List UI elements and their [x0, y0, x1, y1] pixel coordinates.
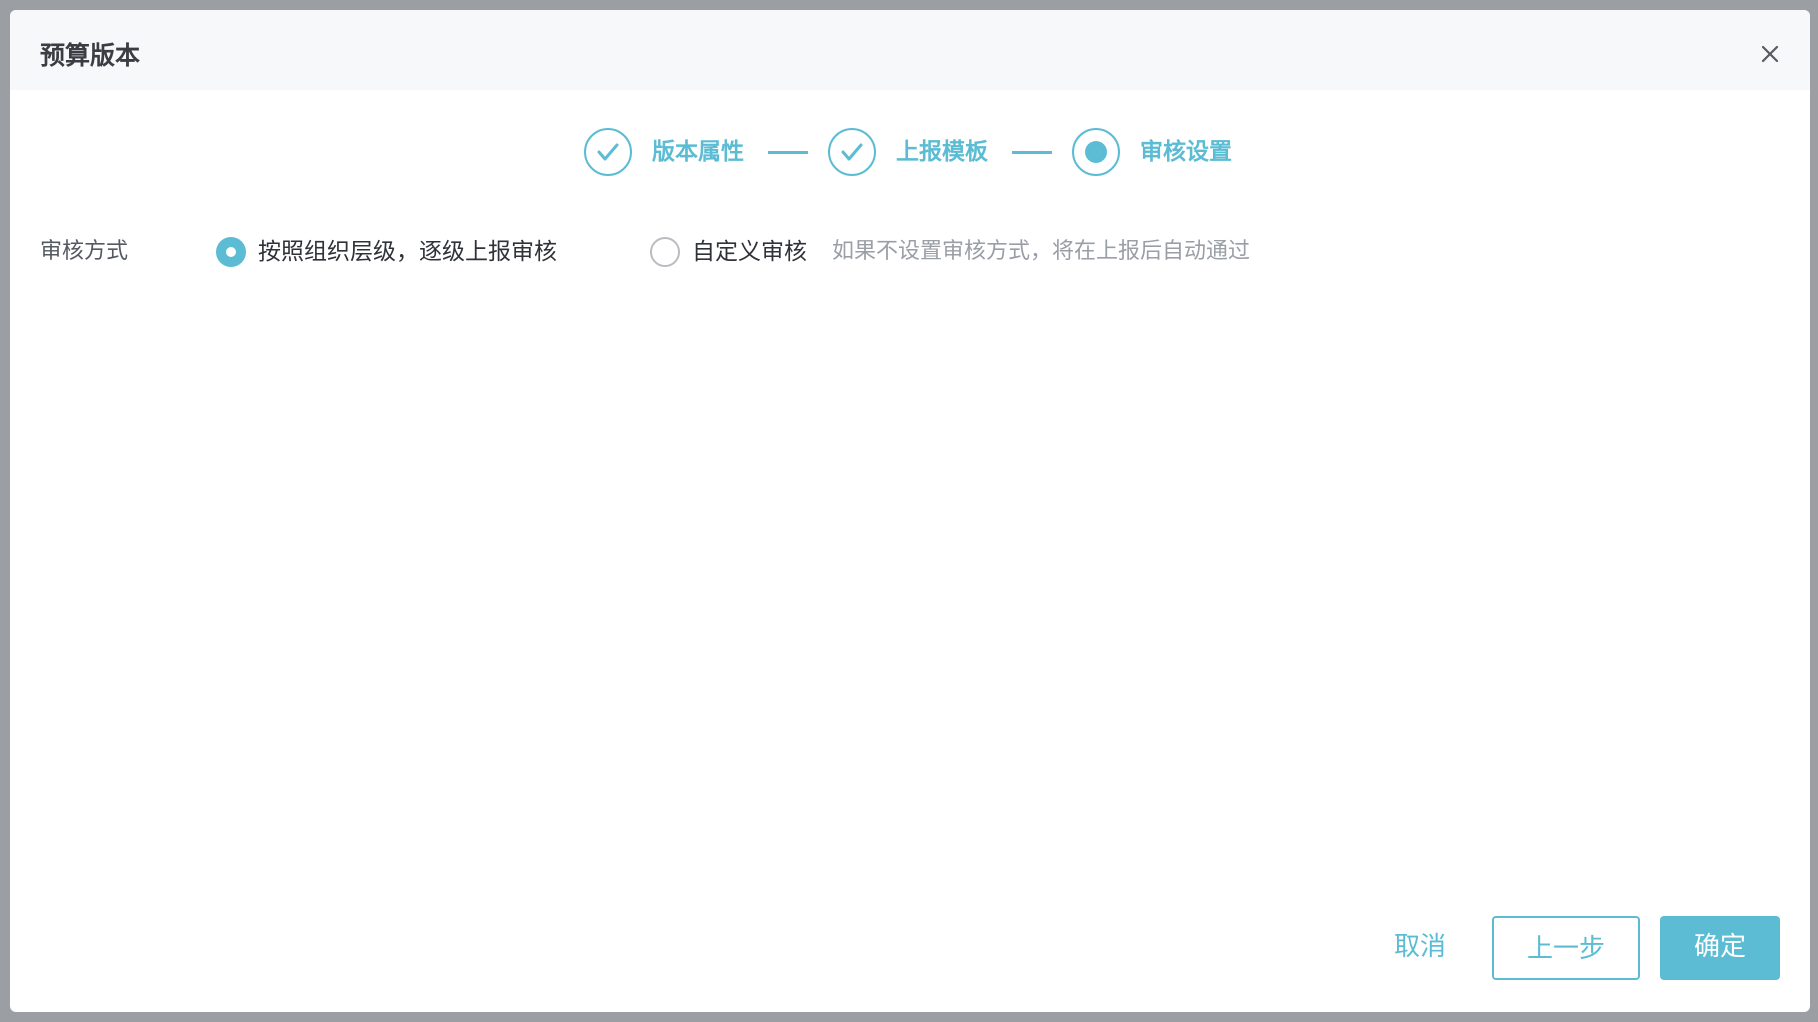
close-icon[interactable]: [1750, 34, 1790, 74]
radio-custom-review-label[interactable]: 自定义审核: [692, 238, 807, 266]
radio-hierarchical-review[interactable]: [216, 237, 246, 267]
step-1-check-icon: [584, 128, 632, 176]
review-method-label: 审核方式: [40, 239, 129, 264]
step-connector: [1012, 151, 1052, 154]
dialog-title: 预算版本: [40, 41, 141, 70]
step-3-label: 审核设置: [1140, 139, 1232, 165]
previous-step-button[interactable]: 上一步: [1492, 916, 1640, 980]
step-2-check-icon: [828, 128, 876, 176]
confirm-button[interactable]: 确定: [1660, 916, 1780, 980]
step-1-label: 版本属性: [652, 139, 744, 165]
radio-hierarchical-review-label[interactable]: 按照组织层级，逐级上报审核: [258, 238, 557, 266]
steps-indicator: 版本属性 上报模板 审核设置: [10, 120, 1810, 180]
budget-version-dialog: 预算版本 版本属性 上报模板 审核设置 审核方式 按照组织层级，逐级上报审核 自…: [10, 10, 1810, 1012]
step-3-dot-icon: [1072, 128, 1120, 176]
cancel-button[interactable]: 取消: [1360, 916, 1480, 980]
review-method-row: 审核方式 按照组织层级，逐级上报审核 自定义审核 如果不设置审核方式，将在上报后…: [10, 232, 1810, 272]
step-2-label: 上报模板: [896, 139, 988, 165]
current-step-dot: [1085, 141, 1107, 163]
dialog-header: 预算版本: [10, 10, 1810, 90]
step-connector: [768, 151, 808, 154]
review-method-hint: 如果不设置审核方式，将在上报后自动通过: [832, 239, 1251, 264]
radio-custom-review[interactable]: [650, 237, 680, 267]
